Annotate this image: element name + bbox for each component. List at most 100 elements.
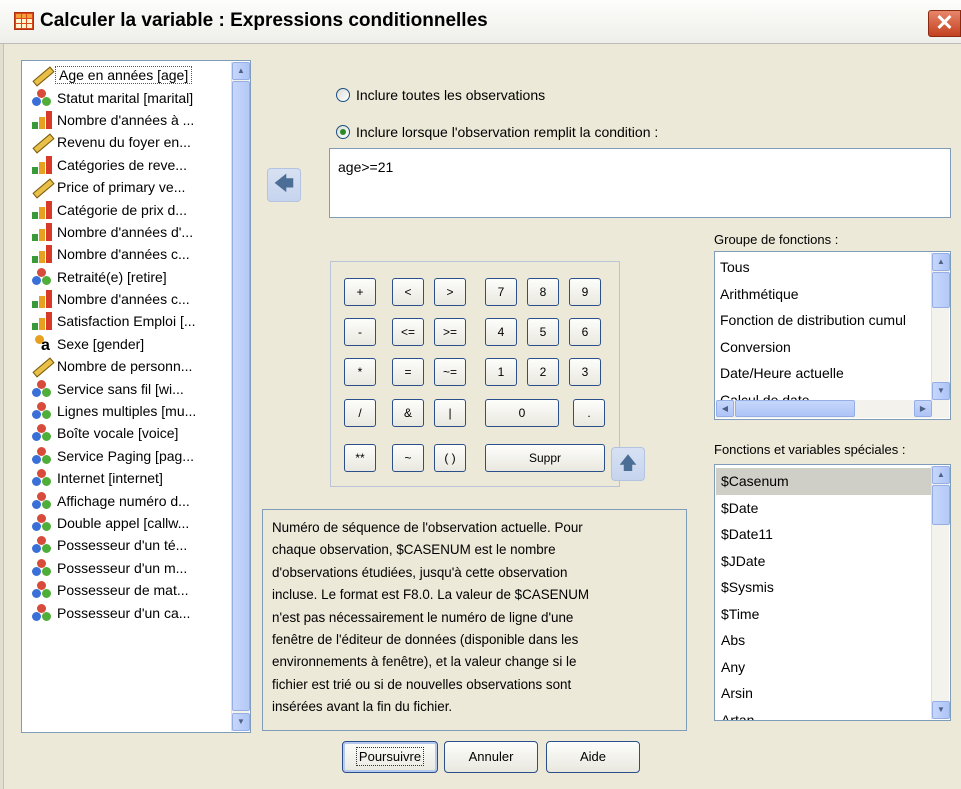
- variable-list-item[interactable]: Catégories de reve...: [30, 154, 230, 176]
- condition-expression-input[interactable]: age>=21: [329, 148, 951, 218]
- variable-list-item[interactable]: Retraité(e) [retire]: [30, 266, 230, 288]
- function-group-item[interactable]: Fonction de distribution cumul: [715, 307, 932, 334]
- key-greater-equal[interactable]: >=: [434, 318, 466, 346]
- continue-button[interactable]: Poursuivre: [342, 741, 438, 773]
- special-function-item[interactable]: $JDate: [716, 548, 933, 575]
- variable-list-item[interactable]: Possesseur de mat...: [30, 579, 230, 601]
- insert-function-button[interactable]: 🡅: [611, 447, 645, 481]
- key-not[interactable]: ~: [392, 444, 424, 472]
- variable-list-item[interactable]: Affichage numéro d...: [30, 489, 230, 511]
- variable-list-item[interactable]: Nombre d'années à ...: [30, 109, 230, 131]
- special-function-item[interactable]: Any: [716, 654, 933, 681]
- key-minus[interactable]: -: [344, 318, 376, 346]
- scroll-down-arrow-icon[interactable]: ▼: [932, 701, 950, 719]
- variable-list-item[interactable]: Age en années [age]: [30, 64, 230, 86]
- variable-list-item[interactable]: Revenu du foyer en...: [30, 131, 230, 153]
- radio-button-selected-icon[interactable]: [336, 125, 350, 139]
- variable-label: Age en années [age]: [55, 66, 193, 85]
- special-function-item[interactable]: $Date11: [716, 521, 933, 548]
- variable-list-item[interactable]: Lignes multiples [mu...: [30, 400, 230, 422]
- function-group-item[interactable]: Calcul de date: [715, 387, 932, 401]
- variable-list-item[interactable]: Price of primary ve...: [30, 176, 230, 198]
- key-and[interactable]: &: [392, 399, 424, 427]
- scroll-left-arrow-icon[interactable]: ◀: [716, 400, 734, 417]
- special-function-item[interactable]: $Time: [716, 601, 933, 628]
- variable-list-item[interactable]: Nombre d'années c...: [30, 243, 230, 265]
- scroll-up-arrow-icon[interactable]: ▲: [232, 62, 250, 80]
- key-decimal-point[interactable]: .: [573, 399, 605, 427]
- key-parentheses[interactable]: ( ): [434, 444, 466, 472]
- key-delete[interactable]: Suppr: [485, 444, 605, 472]
- special-functions-scrollbar[interactable]: ▲ ▼: [931, 466, 950, 719]
- help-button[interactable]: Aide: [546, 741, 640, 773]
- scroll-thumb[interactable]: [932, 485, 950, 525]
- key-9[interactable]: 9: [569, 278, 601, 306]
- variable-list-item[interactable]: Internet [internet]: [30, 467, 230, 489]
- scroll-thumb[interactable]: [932, 272, 950, 308]
- function-group-item[interactable]: Arithmétique: [715, 281, 932, 308]
- function-group-item[interactable]: Tous: [715, 254, 932, 281]
- key-multiply[interactable]: *: [344, 358, 376, 386]
- key-power[interactable]: **: [344, 444, 376, 472]
- key-3[interactable]: 3: [569, 358, 601, 386]
- scroll-right-arrow-icon[interactable]: ▶: [914, 400, 932, 417]
- key-4[interactable]: 4: [485, 318, 517, 346]
- key-2[interactable]: 2: [527, 358, 559, 386]
- variable-list-item[interactable]: Satisfaction Emploi [...: [30, 310, 230, 332]
- scroll-down-arrow-icon[interactable]: ▼: [932, 382, 950, 400]
- variable-list-item[interactable]: Nombre de personn...: [30, 355, 230, 377]
- function-group-vscrollbar[interactable]: ▲ ▼: [931, 253, 950, 400]
- key-5[interactable]: 5: [527, 318, 559, 346]
- variable-list-item[interactable]: Service sans fil [wi...: [30, 377, 230, 399]
- scroll-down-arrow-icon[interactable]: ▼: [232, 713, 250, 731]
- variable-list-item[interactable]: Nombre d'années d'...: [30, 221, 230, 243]
- key-divide[interactable]: /: [344, 399, 376, 427]
- variable-list-scrollbar[interactable]: ▲ ▼: [231, 62, 250, 731]
- variable-list-item[interactable]: Service Paging [pag...: [30, 445, 230, 467]
- variable-list-item[interactable]: Possesseur d'un ca...: [30, 601, 230, 623]
- variable-list-item[interactable]: Possesseur d'un té...: [30, 534, 230, 556]
- cancel-button[interactable]: Annuler: [444, 741, 538, 773]
- scroll-thumb[interactable]: [232, 81, 250, 711]
- function-group-list[interactable]: Tous Arithmétique Fonction de distribution…: [714, 251, 951, 420]
- key-plus[interactable]: +: [344, 278, 376, 306]
- special-function-item[interactable]: $Sysmis: [716, 574, 933, 601]
- radio-button-icon[interactable]: [336, 88, 350, 102]
- radio-include-condition[interactable]: Inclure lorsque l'observation remplit la…: [336, 124, 658, 140]
- key-7[interactable]: 7: [485, 278, 517, 306]
- variable-list-item[interactable]: Boîte vocale [voice]: [30, 422, 230, 444]
- special-function-item[interactable]: Arsin: [716, 680, 933, 707]
- key-not-equal[interactable]: ~=: [434, 358, 466, 386]
- scroll-thumb[interactable]: [735, 400, 855, 417]
- variable-list-item[interactable]: Nombre d'années c...: [30, 288, 230, 310]
- key-8[interactable]: 8: [527, 278, 559, 306]
- scroll-up-arrow-icon[interactable]: ▲: [932, 466, 950, 484]
- function-group-hscrollbar[interactable]: ◀ ▶: [716, 400, 949, 418]
- key-6[interactable]: 6: [569, 318, 601, 346]
- variable-list-item[interactable]: Catégorie de prix d...: [30, 198, 230, 220]
- function-group-item[interactable]: Conversion: [715, 334, 932, 361]
- special-function-item[interactable]: Artan: [716, 707, 933, 721]
- key-1[interactable]: 1: [485, 358, 517, 386]
- key-0[interactable]: 0: [485, 399, 559, 427]
- key-greater-than[interactable]: >: [434, 278, 466, 306]
- special-functions-list[interactable]: $Casenum $Date $Date11 $JDate $Sysmis $Time Ab…: [714, 464, 951, 721]
- key-less-than[interactable]: <: [392, 278, 424, 306]
- key-less-equal[interactable]: <=: [392, 318, 424, 346]
- function-group-item[interactable]: Date/Heure actuelle: [715, 360, 932, 387]
- special-function-item[interactable]: $Date: [716, 495, 933, 522]
- variable-list-item[interactable]: Sexe [gender]: [30, 333, 230, 355]
- variable-list-item[interactable]: Possesseur d'un m...: [30, 557, 230, 579]
- transfer-variable-button[interactable]: 🡄: [267, 168, 301, 202]
- special-function-item[interactable]: Abs: [716, 627, 933, 654]
- scroll-up-arrow-icon[interactable]: ▲: [932, 253, 950, 271]
- key-equal[interactable]: =: [392, 358, 424, 386]
- variable-list-item[interactable]: Double appel [callw...: [30, 512, 230, 534]
- ordinal-bars-icon: [32, 222, 52, 241]
- variable-list[interactable]: Age en années [age] Statut marital [marit…: [21, 60, 251, 733]
- radio-include-all[interactable]: Inclure toutes les observations: [336, 87, 545, 103]
- special-function-item[interactable]: $Casenum: [716, 468, 933, 495]
- variable-list-item[interactable]: Statut marital [marital]: [30, 86, 230, 108]
- close-icon[interactable]: ✕: [928, 10, 961, 37]
- key-or[interactable]: |: [434, 399, 466, 427]
